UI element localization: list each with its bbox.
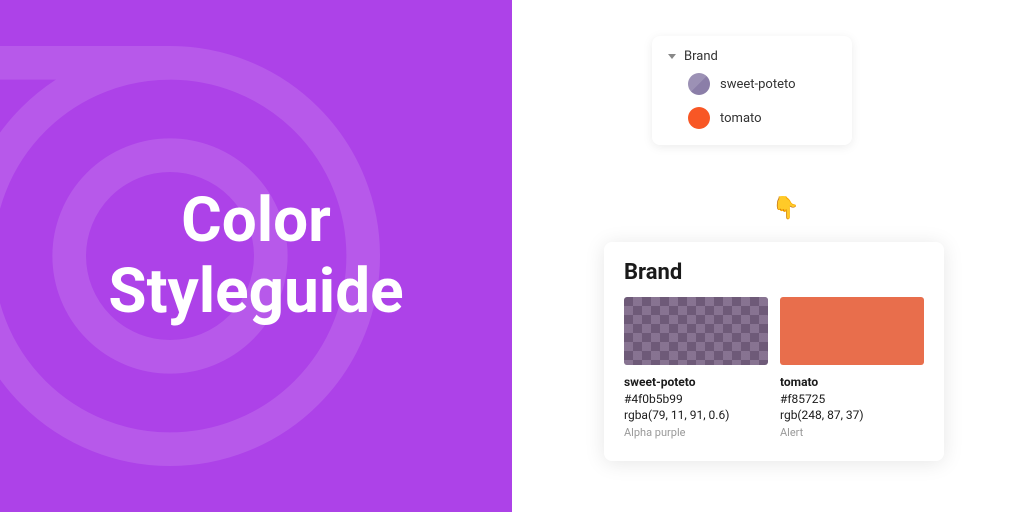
swatch-rgba: rgba(79, 11, 91, 0.6) — [624, 408, 768, 422]
swatch-name: sweet-poteto — [624, 375, 768, 389]
layer-group-label: Brand — [684, 49, 718, 64]
swatch-label: Alpha purple — [624, 426, 768, 439]
hero-title-line2: Styleguide — [108, 255, 403, 328]
hero-panel: Color Styleguide — [0, 0, 512, 512]
color-swatch-icon — [688, 73, 710, 95]
card-title: Brand — [624, 260, 924, 285]
layers-panel: Brand sweet-poteto tomato — [652, 36, 852, 145]
styleguide-card: Brand sweet-poteto #4f0b5b99 rgba(79, 11… — [604, 242, 944, 461]
pointing-down-icon: 👇 — [772, 196, 799, 221]
layer-item-sweet-poteto[interactable]: sweet-poteto — [660, 67, 844, 101]
layer-group-brand[interactable]: Brand — [660, 46, 844, 67]
swatch-preview — [780, 297, 924, 365]
swatch-rgba: rgb(248, 87, 37) — [780, 408, 924, 422]
preview-panel: Brand sweet-poteto tomato 👇 Brand sweet-… — [512, 0, 1024, 512]
swatch-preview — [624, 297, 768, 365]
swatch-name: tomato — [780, 375, 924, 389]
hero-title-line1: Color — [181, 184, 331, 257]
layer-item-tomato[interactable]: tomato — [660, 101, 844, 135]
swatches-row: sweet-poteto #4f0b5b99 rgba(79, 11, 91, … — [624, 297, 924, 439]
chevron-down-icon — [668, 54, 676, 59]
swatch-hex: #4f0b5b99 — [624, 392, 768, 406]
swatch-hex: #f85725 — [780, 392, 924, 406]
color-swatch-icon — [688, 107, 710, 129]
swatch-label: Alert — [780, 426, 924, 439]
swatch-block-sweet-poteto: sweet-poteto #4f0b5b99 rgba(79, 11, 91, … — [624, 297, 768, 439]
swatch-block-tomato: tomato #f85725 rgb(248, 87, 37) Alert — [780, 297, 924, 439]
hero-title: Color Styleguide — [108, 185, 403, 328]
layer-item-label: sweet-poteto — [720, 77, 796, 92]
layer-item-label: tomato — [720, 111, 762, 126]
